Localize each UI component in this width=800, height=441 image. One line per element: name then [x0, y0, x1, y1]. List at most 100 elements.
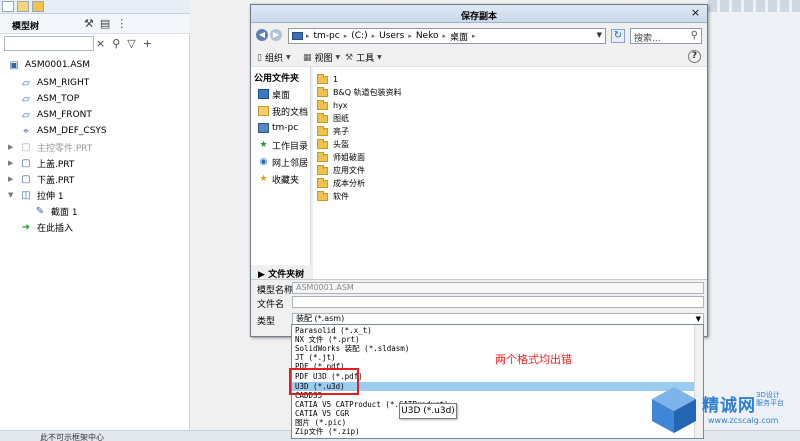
tree-item-label: 截面 1	[51, 207, 78, 218]
tree-item-root[interactable]: ▣ ASM0001.ASM	[8, 58, 90, 72]
tree-item-insert-here[interactable]: ➜ 在此插入	[20, 220, 73, 234]
folder-item[interactable]: 1	[317, 73, 338, 86]
tree-item-section[interactable]: ✎ 截面 1	[34, 204, 78, 218]
folder-item[interactable]: 图纸	[317, 112, 349, 125]
tools-icon: ⚒	[345, 52, 354, 63]
dialog-toolbar: ▯ 组织 ▼ ▦ 视图 ▼ ⚒ 工具 ▼ ?	[251, 47, 707, 67]
folder-item[interactable]: 亮子	[317, 125, 349, 138]
expand-icon[interactable]: ▶	[8, 175, 16, 183]
fav-my-documents[interactable]: 我的文档	[258, 104, 308, 118]
breadcrumb-users[interactable]: Users	[379, 31, 404, 41]
highlight-box	[289, 368, 359, 395]
tree-item-asm-top[interactable]: ▱ ASM_TOP	[20, 92, 79, 106]
graphics-toolbar[interactable]	[708, 0, 800, 12]
expand-icon[interactable]: ▶	[8, 143, 16, 151]
type-option[interactable]: Zip文件 (*.zip)	[292, 427, 703, 436]
organize-menu[interactable]: ▯ 组织 ▼	[257, 51, 291, 65]
tree-show-icon[interactable]: ▤	[100, 17, 116, 30]
fav-working-directory[interactable]: ★ 工作目录	[258, 138, 308, 152]
tree-search-input[interactable]	[4, 36, 94, 51]
views-menu[interactable]: ▦ 视图 ▼	[303, 51, 340, 65]
breadcrumb-drive-c[interactable]: (C:)	[351, 31, 367, 41]
fav-network[interactable]: ◉ 网上邻居	[258, 155, 308, 169]
organize-icon: ▯	[257, 52, 262, 63]
back-arrow-icon[interactable]: ◀	[256, 29, 268, 41]
watermark-sub2: 服务平台	[756, 399, 784, 407]
computer-icon	[258, 123, 269, 133]
fav-label: tm-pc	[272, 123, 299, 133]
folder-label: 图纸	[333, 114, 349, 123]
common-folders-pane: 公用文件夹 桌面 我的文档 tm-pc ★ 工作目录 ◉ 网上邻居 ★ 收藏夹	[251, 67, 311, 279]
tree-item-asm-def-csys[interactable]: ⌖ ASM_DEF_CSYS	[20, 124, 106, 138]
fav-tm-pc[interactable]: tm-pc	[258, 121, 298, 135]
model-tree-tab-icon[interactable]	[2, 1, 14, 12]
type-option[interactable]: CATIA V5 CATProduct (*.CATProduct)	[292, 400, 703, 409]
forward-arrow-icon[interactable]: ▶	[270, 29, 282, 41]
expand-icon[interactable]: ▶	[8, 159, 16, 167]
type-option[interactable]: CATIA V5 CGR	[292, 409, 703, 418]
breadcrumb-desktop[interactable]: 桌面	[450, 30, 468, 43]
tree-item-top-cover[interactable]: ▶ ▢ 上盖.PRT	[8, 156, 74, 170]
add-icon[interactable]: +	[143, 37, 159, 50]
search-input[interactable]: 搜索... ⚲	[630, 28, 702, 44]
folder-item[interactable]: 应用文件	[317, 164, 365, 177]
part-icon: ▢	[21, 157, 31, 169]
tools-menu[interactable]: ⚒ 工具 ▼	[345, 51, 382, 65]
tree-item-extrude[interactable]: ▼ ◫ 拉伸 1	[8, 188, 64, 202]
breadcrumb-neko[interactable]: Neko	[416, 31, 439, 41]
folder-item[interactable]: 软件	[317, 190, 349, 203]
tree-search-tools: ×⚲▽+	[96, 37, 159, 50]
error-annotation: 两个格式均出错	[495, 353, 572, 366]
fav-desktop[interactable]: 桌面	[258, 87, 290, 101]
tree-item-master-part[interactable]: ▶ ▢ 主控零件.PRT	[8, 140, 92, 154]
favorites-tab-icon[interactable]	[32, 1, 44, 12]
folder-item[interactable]: 成本分析	[317, 177, 365, 190]
folder-item[interactable]: 师姐破面	[317, 151, 365, 164]
filter-icon[interactable]: ▽	[127, 37, 142, 50]
folder-browser-tab-icon[interactable]	[17, 1, 29, 12]
folder-icon	[317, 86, 328, 97]
folder-item[interactable]: B&Q 轨道包装资料	[317, 86, 402, 99]
dialog-titlebar[interactable]: 保存副本 ×	[251, 5, 707, 23]
close-button[interactable]: ×	[689, 7, 702, 20]
folder-tree-toggle[interactable]: ▶ 文件夹树	[251, 265, 313, 280]
tree-clear-icon[interactable]: ×	[96, 37, 112, 50]
breadcrumb-separator: ▸	[343, 32, 348, 40]
tree-item-asm-right[interactable]: ▱ ASM_RIGHT	[20, 76, 89, 90]
breadcrumb-tm-pc[interactable]: tm-pc	[314, 31, 340, 41]
fav-favorites[interactable]: ★ 收藏夹	[258, 172, 299, 186]
common-folders-heading: 公用文件夹	[254, 74, 300, 84]
tree-item-bottom-cover[interactable]: ▶ ▢ 下盖.PRT	[8, 172, 74, 186]
fav-label: 我的文档	[272, 107, 309, 118]
folder-item[interactable]: 头盔	[317, 138, 349, 151]
type-option[interactable]: Parasolid (*.x_t)	[292, 326, 703, 335]
file-name-field[interactable]	[292, 296, 704, 308]
tree-more-icon[interactable]: ⋮	[116, 17, 133, 30]
type-option[interactable]: NX 文件 (*.prt)	[292, 335, 703, 344]
collapse-icon[interactable]: ▼	[8, 191, 16, 199]
folder-label: B&Q 轨道包装资料	[333, 88, 402, 97]
breadcrumb-separator: ▸	[442, 32, 447, 40]
refresh-icon[interactable]: ↻	[611, 29, 625, 43]
model-tree-header: 模型树 ⚒▤⋮	[0, 14, 190, 34]
views-icon: ▦	[303, 52, 312, 63]
folder-icon	[317, 164, 328, 175]
help-icon[interactable]: ?	[688, 50, 701, 63]
chevron-down-icon[interactable]: ▼	[696, 314, 701, 324]
watermark-name: 精诚网	[702, 396, 756, 416]
csys-icon: ⌖	[23, 125, 29, 137]
fav-label: 桌面	[272, 90, 291, 101]
divider	[251, 279, 707, 280]
dialog-title: 保存副本	[460, 12, 497, 22]
address-bar[interactable]: ▸ tm-pc ▸ (C:) ▸ Users ▸ Neko ▸ 桌面 ▸ ▼	[288, 28, 606, 44]
binoculars-icon[interactable]: ⚲	[112, 37, 127, 50]
type-option[interactable]: 图片 (*.pic)	[292, 418, 703, 427]
model-name-label: 模型名称	[257, 286, 294, 296]
model-tree-title: 模型树	[12, 22, 40, 32]
folder-icon	[317, 138, 328, 149]
tree-item-asm-front[interactable]: ▱ ASM_FRONT	[20, 108, 92, 122]
search-icon[interactable]: ⚲	[691, 30, 698, 41]
chevron-down-icon[interactable]: ▼	[597, 31, 602, 39]
tree-settings-icon[interactable]: ⚒	[84, 17, 100, 30]
folder-item[interactable]: hyx	[317, 99, 348, 112]
